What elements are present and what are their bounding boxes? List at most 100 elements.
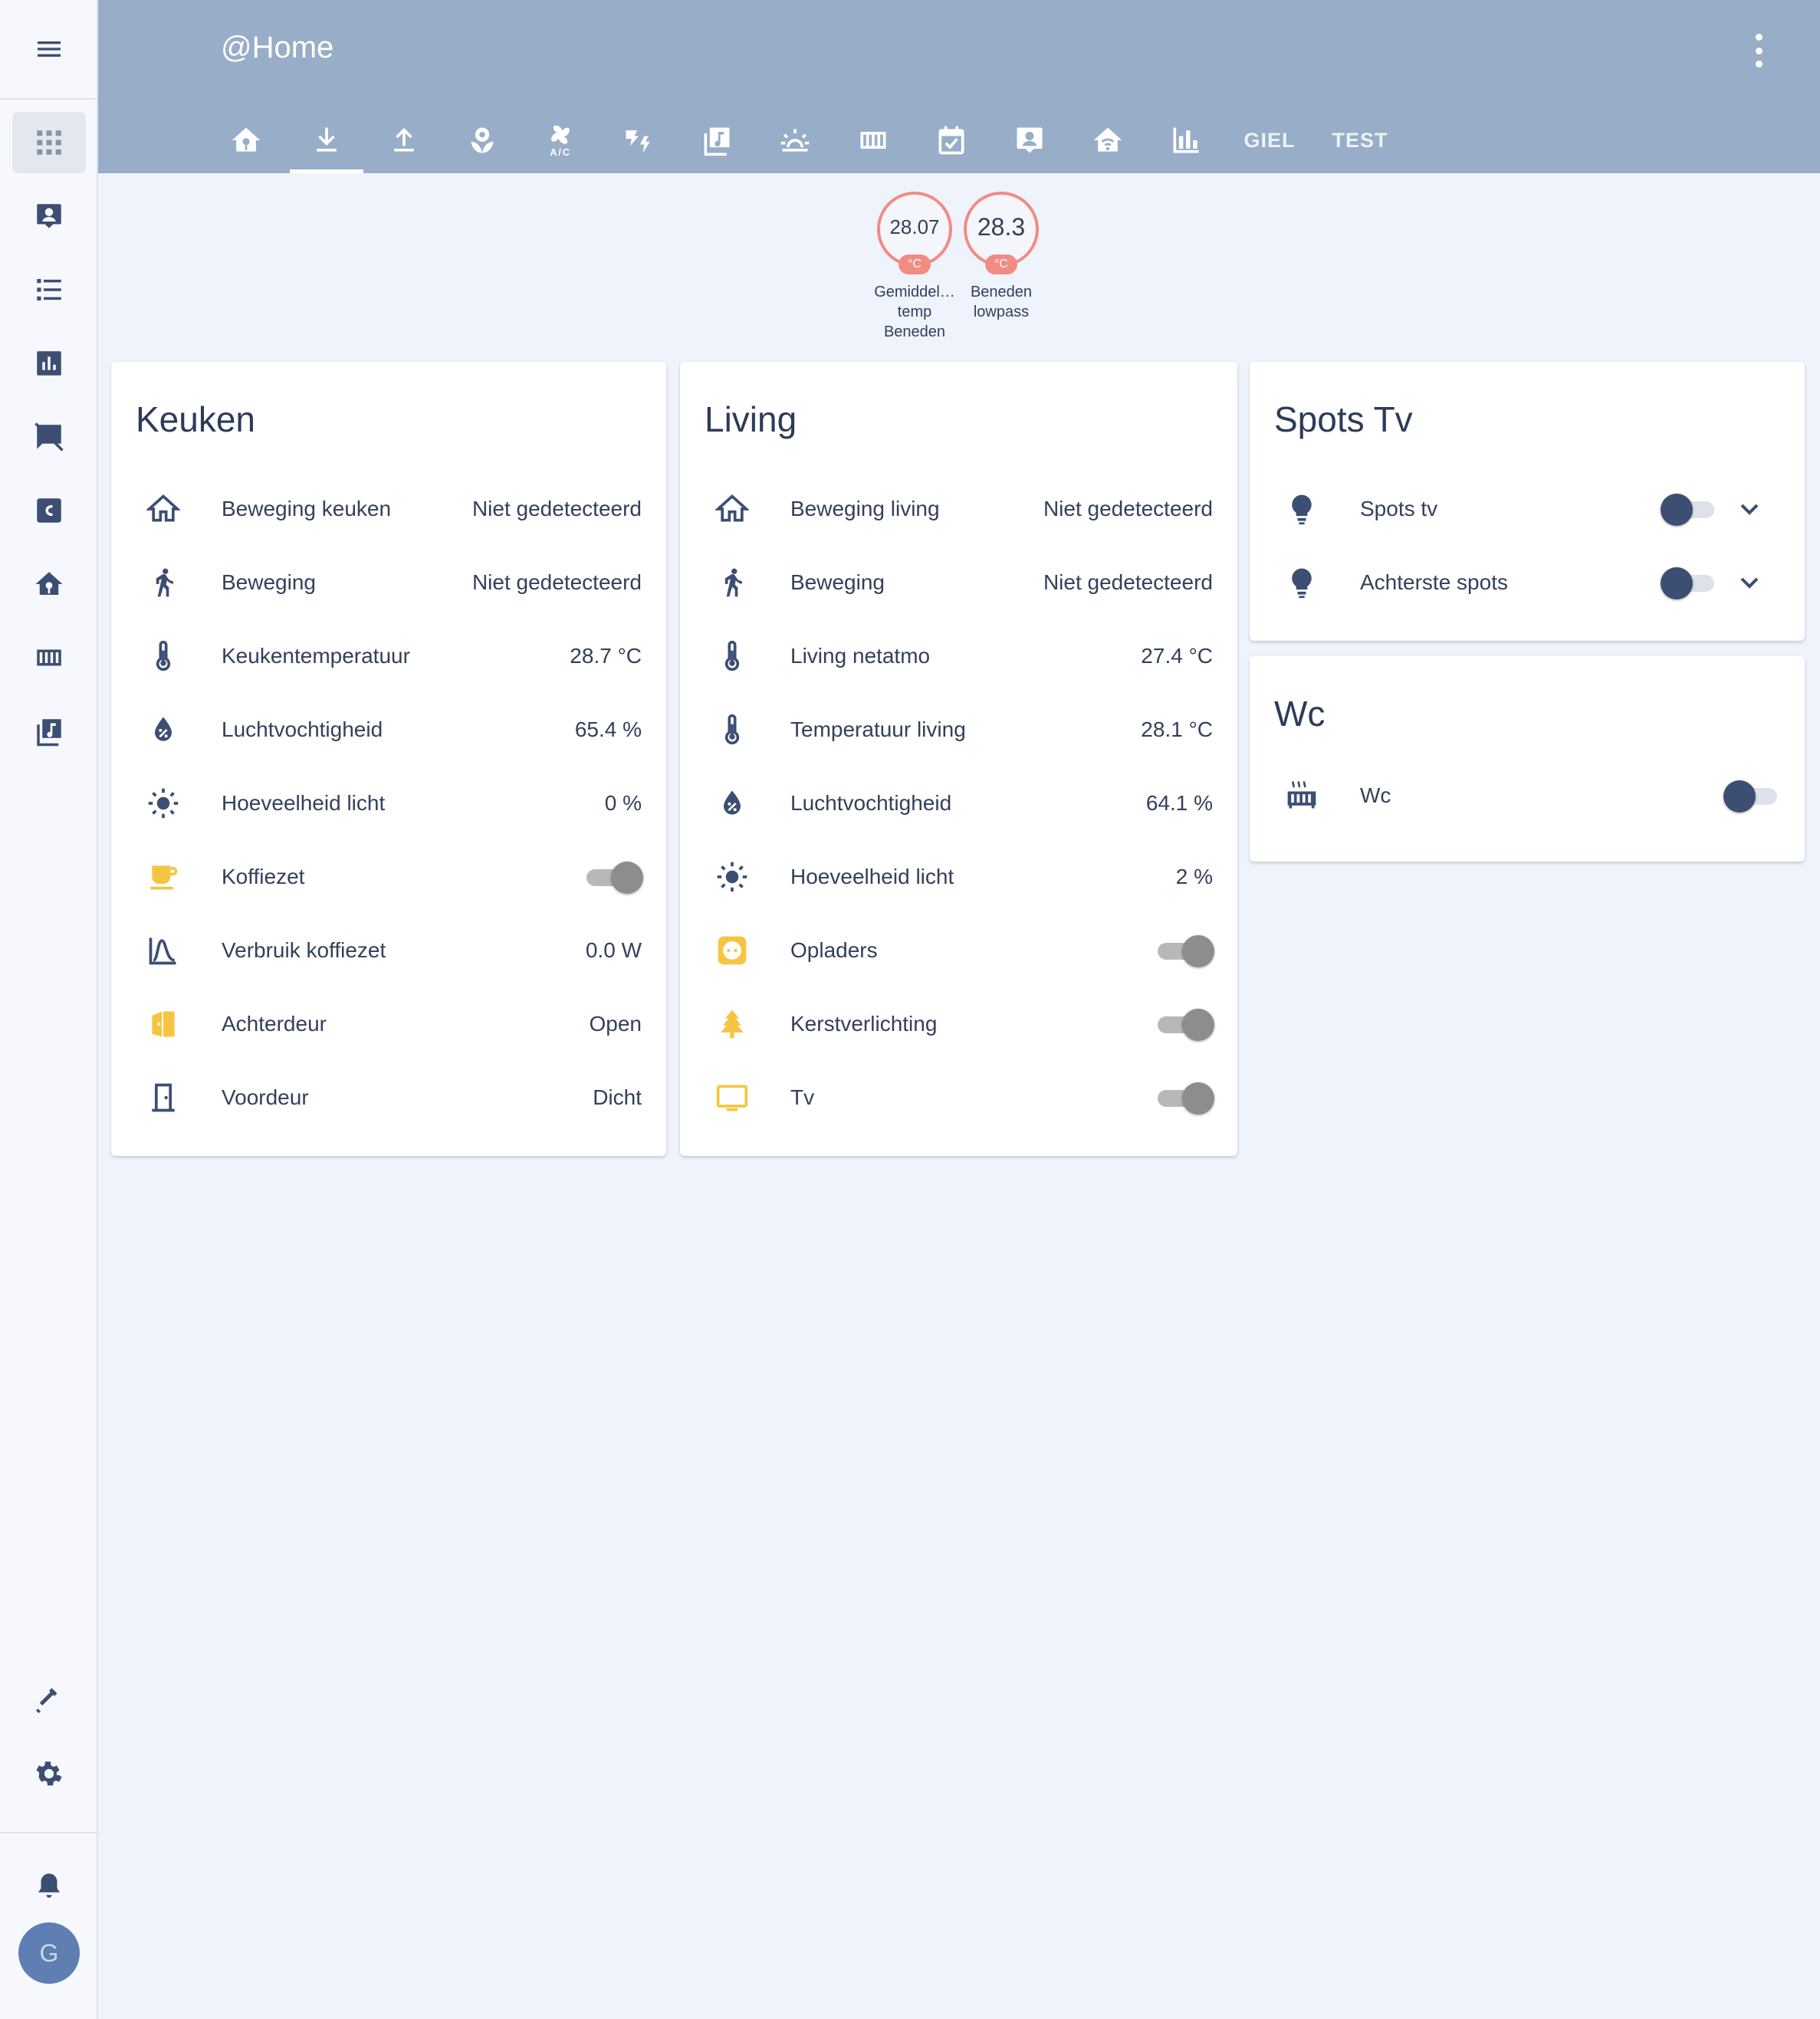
tab-music[interactable] (688, 107, 745, 173)
entity-row-wc[interactable]: Wc (1250, 759, 1805, 832)
entity-row-luchtvochtigheid[interactable]: Luchtvochtigheid 64.1 % (680, 767, 1237, 840)
menu-button[interactable] (0, 0, 98, 100)
entity-name: Beweging living (790, 497, 940, 520)
tab-lightning[interactable] (610, 107, 667, 173)
badge-label-line: Beneden (883, 323, 946, 340)
sidebar-item-messages[interactable] (12, 406, 86, 468)
entity-row-hoeveelheid-licht[interactable]: Hoeveelheid licht 2 % (680, 840, 1237, 914)
grid-icon (37, 130, 61, 155)
brightness-icon (145, 785, 182, 822)
tab-giel-label: GIEL (1243, 128, 1296, 152)
sidebar-item-garden[interactable] (12, 553, 86, 615)
more-options-button[interactable] (1749, 34, 1768, 67)
toggle-switch[interactable] (1158, 932, 1214, 969)
menu-icon (38, 41, 61, 57)
entity-name: Voordeur (222, 1085, 309, 1109)
calendar-check-icon (938, 126, 964, 155)
message-off-icon (34, 422, 64, 451)
entity-state: 0 % (604, 791, 642, 815)
sidebar-divider (0, 1832, 98, 1834)
badge-average-temp[interactable]: 28.07 °C Gemiddel… temp Beneden (869, 192, 961, 342)
sidebar-item-heating[interactable] (12, 627, 86, 688)
entity-name: Keukentemperatuur (222, 644, 410, 668)
entity-state: Niet gedetecteerd (471, 497, 642, 520)
entity-row-verbruik-koffiezet[interactable]: Verbruik koffiezet 0.0 W (111, 914, 666, 987)
tab-home[interactable] (218, 107, 274, 173)
card-keuken: Keuken Beweging keuken Niet gedetecteerd… (111, 362, 666, 1156)
toggle-switch[interactable] (1661, 564, 1717, 601)
radiator-icon (37, 649, 61, 666)
entity-row-kerstverlichting[interactable]: Kerstverlichting (680, 987, 1237, 1061)
entity-row-tv[interactable]: Tv (680, 1061, 1237, 1134)
tab-people[interactable] (1001, 107, 1058, 173)
tab-garden[interactable] (454, 107, 511, 173)
water-percent-icon (145, 711, 182, 748)
avatar[interactable]: G (18, 1922, 80, 1984)
entity-row-hoeveelheid-licht[interactable]: Hoeveelheid licht 0 % (111, 767, 666, 840)
sidebar-item-media[interactable] (12, 701, 86, 762)
badge-lowpass[interactable]: 28.3 °C Beneden lowpass (955, 192, 1047, 322)
toggle-switch[interactable] (586, 858, 643, 895)
entity-row-achterdeur[interactable]: Achterdeur Open (111, 987, 666, 1061)
tab-heating[interactable] (845, 107, 902, 173)
music-box-icon (704, 127, 730, 156)
entity-row-temperatuur-living[interactable]: Temperatuur living 28.1 °C (680, 693, 1237, 767)
entity-name: Verbruik koffiezet (222, 938, 386, 962)
tab-test[interactable]: TEST (1319, 107, 1401, 173)
entity-row-living-netatmo[interactable]: Living netatmo 27.4 °C (680, 619, 1237, 693)
sidebar-item-c[interactable] (12, 480, 86, 541)
toggle-switch[interactable] (1158, 1079, 1214, 1116)
toggle-switch[interactable] (1158, 1006, 1214, 1042)
tab-weather[interactable] (767, 107, 823, 173)
entity-row-beweging-living[interactable]: Beweging living Niet gedetecteerd (680, 472, 1237, 546)
toggle-switch[interactable] (1661, 491, 1717, 527)
entity-name: Wc (1360, 783, 1391, 807)
entity-row-voordeur[interactable]: Voordeur Dicht (111, 1061, 666, 1134)
badge-label-line: Gemiddel… (874, 284, 955, 300)
sidebar-item-history[interactable] (12, 333, 86, 394)
chevron-down-icon[interactable] (1734, 494, 1765, 524)
tab-giel[interactable]: GIEL (1228, 107, 1311, 173)
entity-state: 65.4 % (574, 717, 642, 741)
entity-name: Beweging (790, 570, 885, 594)
entity-name: Beweging keuken (222, 497, 392, 520)
sidebar-item-notifications[interactable] (12, 1855, 86, 1916)
tab-energy[interactable] (1158, 107, 1214, 173)
bell-icon (38, 1873, 60, 1898)
entity-row-opladers[interactable]: Opladers (680, 914, 1237, 987)
entity-state: Open (589, 1012, 642, 1036)
entity-row-beweging[interactable]: Beweging Niet gedetecteerd (680, 546, 1237, 619)
badge-unit: °C (899, 254, 931, 274)
entity-row-koffiezet[interactable]: Koffiezet (111, 840, 666, 914)
tab-upstairs[interactable] (376, 107, 432, 173)
entity-row-achterste-spots[interactable]: Achterste spots (1250, 546, 1805, 619)
entity-name: Tv (790, 1085, 815, 1109)
sidebar-item-people[interactable] (12, 185, 86, 247)
entity-row-beweging[interactable]: Beweging Niet gedetecteerd (111, 546, 666, 619)
sidebar-item-logbook[interactable] (12, 259, 86, 320)
entity-row-spots-tv[interactable]: Spots tv (1250, 472, 1805, 546)
entity-name: Achterste spots (1360, 570, 1508, 594)
home-wifi-icon (1093, 127, 1122, 152)
badge-label-line: Beneden (970, 284, 1033, 300)
tab-network[interactable] (1079, 107, 1136, 173)
entity-name: Hoeveelheid licht (222, 791, 386, 815)
entity-state: 28.7 °C (570, 644, 642, 668)
toggle-switch[interactable] (1723, 777, 1780, 814)
television-icon (714, 1079, 751, 1116)
chevron-down-icon[interactable] (1734, 567, 1765, 598)
tab-airco[interactable]: A/C (532, 107, 589, 173)
card-living: Living Beweging living Niet gedetecteerd… (680, 362, 1237, 1156)
lightbulb-icon (1283, 564, 1320, 601)
tab-downstairs[interactable] (290, 107, 363, 173)
tab-test-label: TEST (1332, 128, 1388, 152)
entity-row-luchtvochtigheid[interactable]: Luchtvochtigheid 65.4 % (111, 693, 666, 767)
avatar-initial: G (39, 1939, 59, 1967)
sidebar-item-developer-tools[interactable] (12, 1669, 86, 1731)
entity-row-keukentemperatuur[interactable]: Keukentemperatuur 28.7 °C (111, 619, 666, 693)
tab-calendar[interactable] (923, 107, 980, 173)
sidebar-item-settings[interactable] (12, 1743, 86, 1804)
water-percent-icon (714, 785, 751, 822)
sidebar-item-overview[interactable] (12, 112, 86, 173)
entity-row-beweging-keuken[interactable]: Beweging keuken Niet gedetecteerd (111, 472, 666, 546)
